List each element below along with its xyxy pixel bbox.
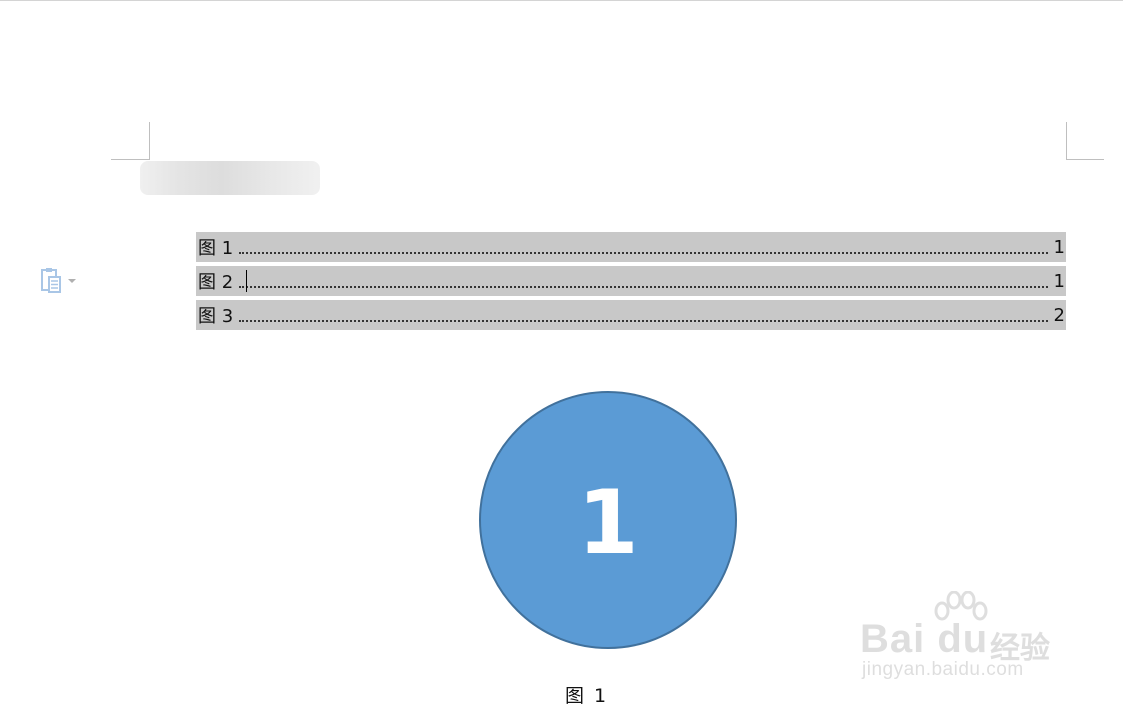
table-of-figures: 图 1 1 图 2 1 图 3 2 xyxy=(196,232,1066,334)
margin-corner-top-right-h xyxy=(1066,159,1104,160)
paste-options-icon xyxy=(40,268,62,294)
toc-entry-page: 1 xyxy=(1053,236,1065,258)
toc-entry-label: 图 1 xyxy=(198,238,234,259)
margin-corner-top-right-v xyxy=(1066,122,1067,160)
margin-corner-top-left-v xyxy=(149,122,150,160)
text-cursor xyxy=(246,270,247,292)
toc-leader-dots xyxy=(239,319,1048,322)
toc-entry-page: 1 xyxy=(1053,270,1065,292)
toc-entry[interactable]: 图 1 1 xyxy=(196,232,1066,262)
toc-entry-label: 图 2 xyxy=(198,272,234,293)
watermark-brand: Bai du xyxy=(860,617,989,661)
toc-entry-label: 图 3 xyxy=(198,306,234,327)
toc-leader-dots xyxy=(239,251,1048,254)
document-page[interactable]: 图 1 1 图 2 1 图 3 2 1 图 1 Bai du 经验 jingya… xyxy=(0,1,1123,709)
figure-caption: 图 1 xyxy=(565,685,609,707)
watermark-url: jingyan.baidu.com xyxy=(862,659,1024,680)
redacted-header xyxy=(140,161,320,195)
figure-number: 1 xyxy=(577,471,638,574)
baidu-jingyan-watermark: Bai du 经验 jingyan.baidu.com xyxy=(860,591,1070,691)
figure-circle-shape[interactable]: 1 xyxy=(479,391,737,649)
paste-options-button[interactable] xyxy=(40,267,86,295)
toc-entry[interactable]: 图 2 1 xyxy=(196,266,1066,296)
chevron-down-icon[interactable] xyxy=(68,278,76,284)
margin-corner-top-left-h xyxy=(111,159,149,160)
toc-leader-dots xyxy=(239,285,1048,288)
toc-entry[interactable]: 图 3 2 xyxy=(196,300,1066,330)
toc-entry-page: 2 xyxy=(1053,304,1065,326)
